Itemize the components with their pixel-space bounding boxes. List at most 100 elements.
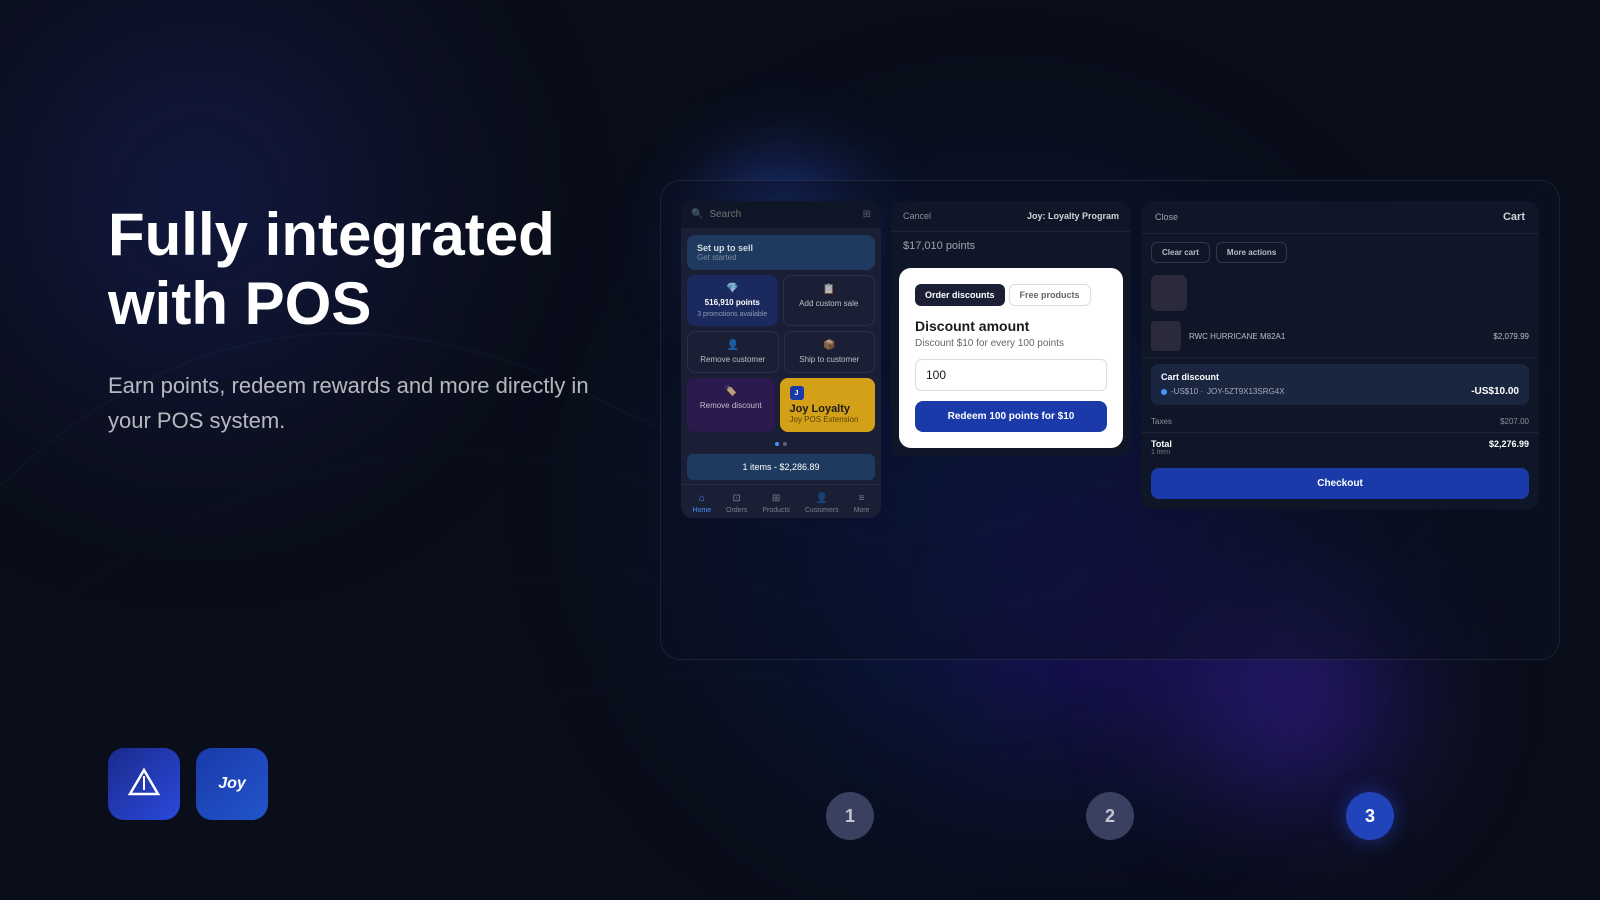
ship-label: Ship to customer [799,355,859,364]
dot-2 [783,442,787,446]
discount-tabs: Order discounts Free products [915,284,1107,306]
add-custom-label: Add custom sale [799,299,858,308]
points-input[interactable] [915,359,1107,391]
ship-icon: 📦 [823,340,835,351]
step-indicators: 1 2 3 [660,792,1560,840]
cancel-label[interactable]: Cancel [903,211,931,221]
discount-joy-row: 🏷️ Remove discount J Joy Loyalty Joy POS… [687,378,875,432]
nav-home[interactable]: ⌂ Home [692,491,711,514]
joy-pos-sub: Joy POS Extension [790,415,866,424]
step-1: 1 [826,792,874,840]
left-content: Fully integrated with POS Earn points, r… [108,200,628,438]
remove-customer-label: Remove customer [700,355,765,364]
setup-tile[interactable]: Set up to sell Get started [687,235,875,270]
item-thumbnail [1151,321,1181,351]
pos-search-bar: 🔍 ⊞ [681,201,881,229]
discount-badge: -US$10 · JOY-5ZT9X13SRG4X [1161,387,1285,396]
remove-discount-icon: 🏷️ [725,386,737,397]
pos-tile-grid: Set up to sell Get started 💎 516,910 poi… [681,229,881,438]
lp-points: $17,010 points [891,232,1131,260]
item-price: $2,079.99 [1493,332,1529,341]
taxes-row: Taxes $207.00 [1141,411,1539,432]
joy-title: Joy Loyalty [790,403,866,415]
main-heading: Fully integrated with POS [108,200,628,338]
avada-icon [124,764,164,804]
dot-1 [775,442,779,446]
points-tile[interactable]: 💎 516,910 points 3 promotions available [687,275,778,326]
cart-item: RWC HURRICANE M82A1 $2,079.99 [1141,315,1539,358]
pos-nav: ⌂ Home ⊡ Orders ⊞ Products 👤 Customers ≡… [681,484,881,518]
total-row: Total 1 item $2,276.99 [1141,432,1539,462]
panel-pos: 🔍 ⊞ Set up to sell Get started 💎 516,910… [681,201,881,518]
add-icon: 📋 [823,284,835,295]
search-input[interactable] [709,209,856,220]
taxes-label: Taxes [1151,417,1172,426]
promo-label: 3 promotions available [697,311,767,318]
joy-logo: Joy [196,748,268,820]
points-icon: 💎 [726,283,738,294]
joy-loyalty-tile[interactable]: J Joy Loyalty Joy POS Extension [780,378,876,432]
cart-close[interactable]: Close [1155,212,1178,222]
cart-title: Cart [1503,211,1525,223]
discount-amount: -US$10.00 [1471,386,1519,397]
home-icon: ⌂ [695,491,709,505]
discount-dot [1161,389,1167,395]
total-label: Total [1151,439,1172,449]
lp-title: Joy: Loyalty Program [1027,211,1119,221]
tab-free-products[interactable]: Free products [1009,284,1091,306]
nav-products[interactable]: ⊞ Products [762,491,790,514]
discount-modal: Order discounts Free products Discount a… [899,268,1123,448]
ship-customer-tile[interactable]: 📦 Ship to customer [784,331,876,373]
setup-sub: Get started [697,253,865,262]
ui-container: 🔍 ⊞ Set up to sell Get started 💎 516,910… [660,180,1560,660]
remove-discount-label: Remove discount [700,401,762,410]
search-icon: 🔍 [691,209,703,220]
customers-icon: 👤 [815,491,829,505]
nav-customers[interactable]: 👤 Customers [805,491,839,514]
remove-customer-tile[interactable]: 👤 Remove customer [687,331,779,373]
redeem-button[interactable]: Redeem 100 points for $10 [915,401,1107,432]
sub-text: Earn points, redeem rewards and more dir… [108,368,628,438]
bottom-logos: Joy [108,748,268,820]
product-row [1141,271,1539,315]
add-custom-tile[interactable]: 📋 Add custom sale [783,275,876,326]
joy-logo-text: Joy [218,775,246,793]
step-3: 3 [1346,792,1394,840]
products-icon: ⊞ [769,491,783,505]
dots-indicator [681,438,881,450]
points-value: 516,910 points [705,298,760,307]
discount-label: -US$10 · [1171,387,1203,396]
taxes-value: $207.00 [1500,417,1529,426]
panel-cart: Close Cart Clear cart More actions RWC H… [1141,201,1539,509]
more-icon: ≡ [855,491,869,505]
step-2: 2 [1086,792,1134,840]
joy-tile-icon: J [790,386,804,400]
remove-discount-tile[interactable]: 🏷️ Remove discount [687,378,775,432]
discount-code: JOY-5ZT9X13SRG4X [1207,387,1285,396]
cart-discount-section: Cart discount -US$10 · JOY-5ZT9X13SRG4X … [1151,364,1529,405]
total-sub: 1 item [1151,449,1172,456]
avada-logo [108,748,180,820]
scan-icon: ⊞ [863,209,871,220]
checkout-button[interactable]: Checkout [1151,468,1529,499]
discount-section-title: Cart discount [1161,372,1519,382]
lp-header: Cancel Joy: Loyalty Program [891,201,1131,232]
panel-loyalty: Cancel Joy: Loyalty Program $17,010 poin… [891,201,1131,456]
total-value: $2,276.99 [1489,439,1529,456]
clear-cart-button[interactable]: Clear cart [1151,242,1210,263]
nav-orders[interactable]: ⊡ Orders [726,491,747,514]
setup-label: Set up to sell [697,243,865,253]
orders-icon: ⊡ [730,491,744,505]
more-actions-button[interactable]: More actions [1216,242,1287,263]
cart-actions: Clear cart More actions [1141,234,1539,271]
item-name: RWC HURRICANE M82A1 [1189,332,1485,341]
remove-ship-row: 👤 Remove customer 📦 Ship to customer [687,331,875,373]
discount-title: Discount amount [915,318,1107,334]
nav-more[interactable]: ≡ More [854,491,870,514]
tab-order-discounts[interactable]: Order discounts [915,284,1005,306]
discount-desc: Discount $10 for every 100 points [915,338,1107,349]
cart-header: Close Cart [1141,201,1539,234]
cart-bar[interactable]: 1 items - $2,286.89 [687,454,875,480]
discount-details: -US$10 · JOY-5ZT9X13SRG4X -US$10.00 [1161,386,1519,397]
product-image [1151,275,1187,311]
